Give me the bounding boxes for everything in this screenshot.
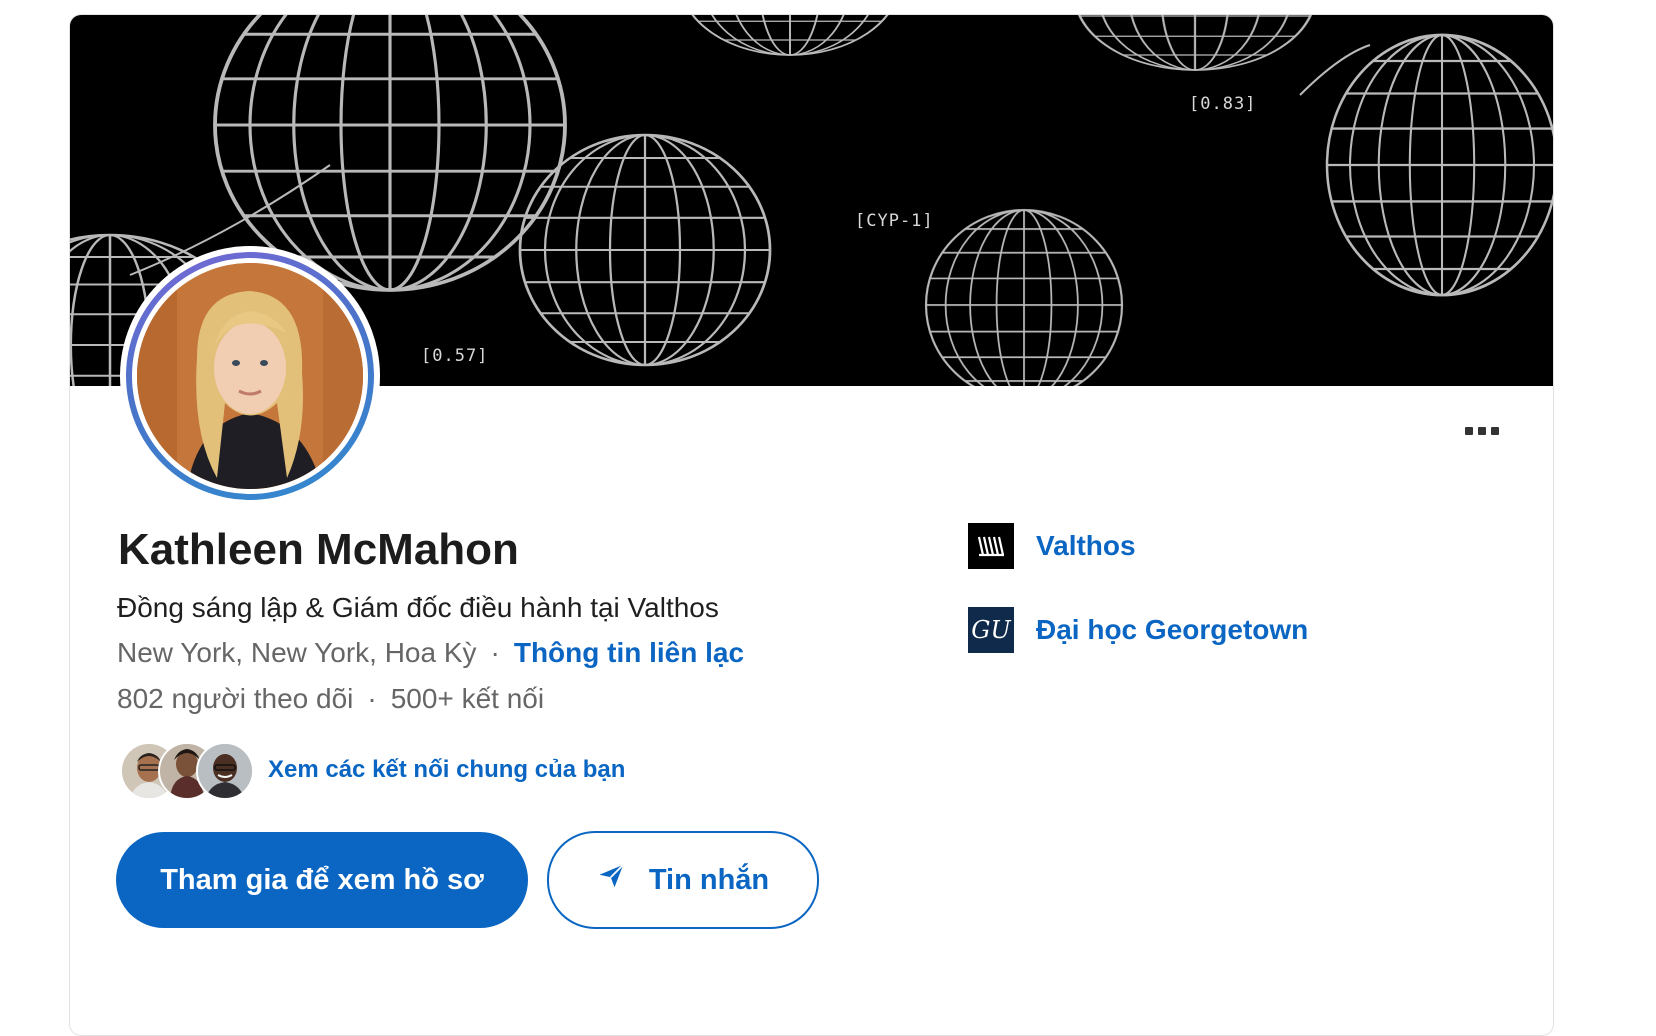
message-button[interactable]: Tin nhắn	[547, 831, 819, 929]
company-name: Valthos	[1036, 530, 1136, 561]
mutual-connections[interactable]: Xem các kết nối chung của bạn	[120, 740, 625, 800]
connections-count: 500+ kết nối	[390, 683, 545, 714]
mutual-avatars	[120, 740, 254, 800]
current-company-link[interactable]: Valthos	[968, 523, 1136, 569]
avatar-frame	[132, 258, 368, 494]
more-dot-icon	[1478, 427, 1486, 435]
join-to-view-profile-button[interactable]: Tham gia để xem hồ sơ	[116, 832, 528, 928]
education-link[interactable]: GU Đại học Georgetown	[968, 607, 1308, 653]
school-name: Đại học Georgetown	[1036, 614, 1309, 645]
profile-location: New York, New York, Hoa Kỳ	[117, 637, 477, 668]
more-options-button[interactable]	[1450, 415, 1514, 447]
profile-name: Kathleen McMahon	[118, 525, 519, 574]
contact-info-link[interactable]: Thông tin liên lạc	[514, 637, 744, 668]
stats-row: 802 người theo dõi · 500+ kết nối	[117, 683, 544, 715]
send-icon	[597, 861, 627, 899]
profile-avatar[interactable]	[120, 246, 380, 506]
profile-headline: Đồng sáng lập & Giám đốc điều hành tại V…	[117, 592, 719, 623]
avatar-ring	[126, 252, 374, 500]
banner-tag-3: [0.83]	[1189, 94, 1257, 114]
avatar-photo	[137, 263, 363, 489]
mutual-avatar	[196, 742, 254, 800]
profile-card: [0.57] [CYP-1] [0.83] Kathleen McMahon Đ…	[69, 14, 1554, 1036]
georgetown-logo-icon: GU	[968, 607, 1014, 653]
more-dot-icon	[1491, 427, 1499, 435]
separator-dot: ·	[367, 683, 377, 714]
valthos-logo-icon	[968, 523, 1014, 569]
banner-tag-2: [CYP-1]	[855, 211, 934, 231]
separator-dot: ·	[490, 637, 500, 668]
mutual-connections-link[interactable]: Xem các kết nối chung của bạn	[268, 756, 625, 784]
location-row: New York, New York, Hoa Kỳ · Thông tin liê…	[117, 637, 744, 669]
more-dot-icon	[1465, 427, 1473, 435]
banner-tag-1: [0.57]	[421, 346, 489, 366]
school-logo-text: GU	[971, 616, 1011, 644]
followers-count: 802 người theo dõi	[117, 683, 354, 714]
message-button-label: Tin nhắn	[648, 863, 770, 896]
